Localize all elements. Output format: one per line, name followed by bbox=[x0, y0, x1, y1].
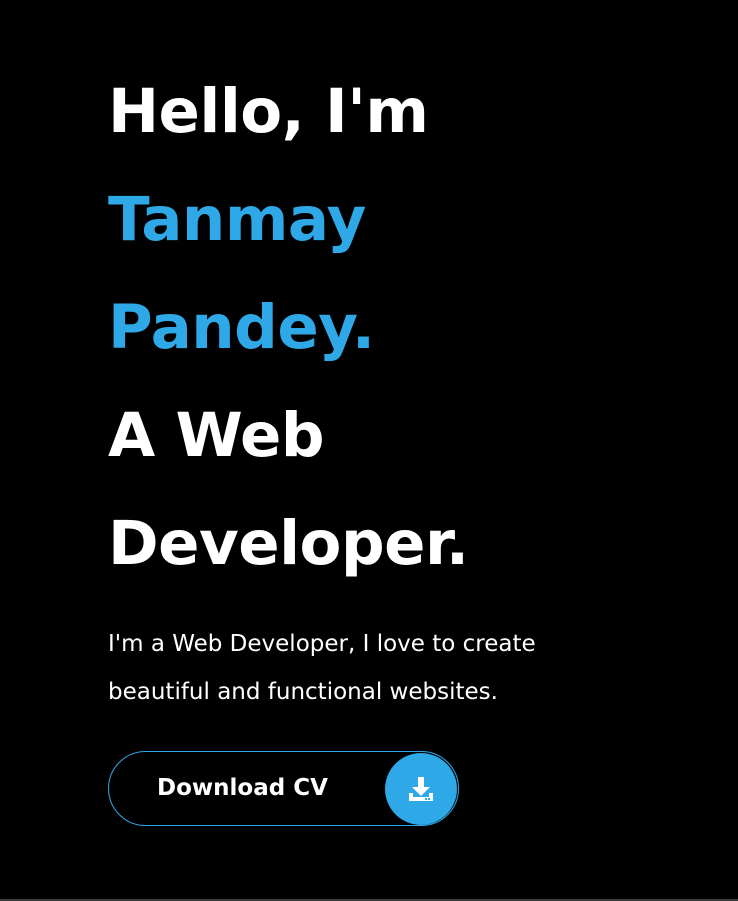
download-cv-label: Download CV bbox=[157, 775, 328, 801]
download-icon bbox=[385, 753, 457, 825]
tagline-line-1: I'm a Web Developer, I love to create bbox=[108, 631, 536, 657]
hero-section: Hello, I'm Tanmay Pandey. A Web Develope… bbox=[108, 58, 708, 598]
download-cv-button[interactable]: Download CV bbox=[108, 751, 459, 826]
name-first-text: Tanmay bbox=[108, 184, 366, 255]
download-icon-glyph bbox=[409, 777, 433, 801]
greeting-text: Hello, I'm bbox=[108, 76, 429, 147]
hero-headline: Hello, I'm Tanmay Pandey. A Web Develope… bbox=[108, 58, 708, 598]
hero-tagline: I'm a Web Developer, I love to create be… bbox=[108, 620, 668, 716]
name-last-text: Pandey. bbox=[108, 292, 375, 363]
tagline-line-2: beautiful and functional websites. bbox=[108, 679, 498, 705]
role-line-1: A Web bbox=[108, 400, 325, 471]
role-line-2: Developer. bbox=[108, 508, 469, 579]
